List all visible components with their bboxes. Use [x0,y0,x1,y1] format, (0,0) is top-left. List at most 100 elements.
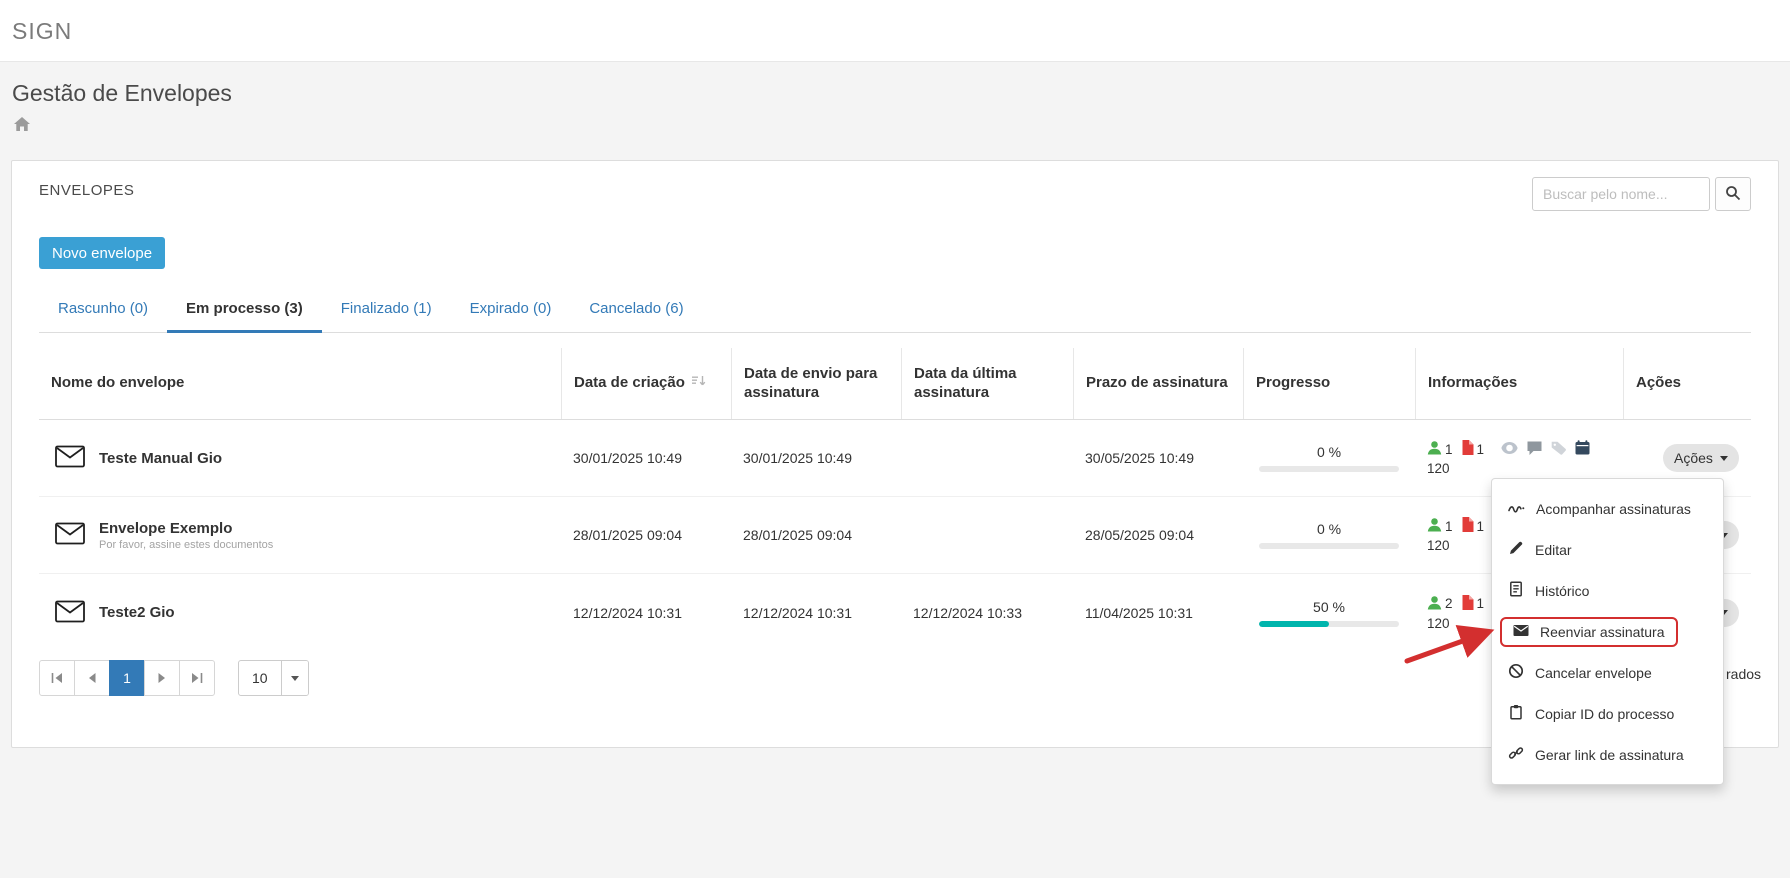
menu-item-historico[interactable]: Histórico [1492,570,1723,611]
progress-cell: 0 % [1243,420,1415,496]
new-envelope-button[interactable]: Novo envelope [39,237,166,269]
next-page-button[interactable] [144,660,180,696]
menu-item-label: Gerar link de assinatura [1535,746,1684,763]
days-count: 120 [1427,538,1450,553]
deadline-date: 30/05/2025 10:49 [1085,450,1194,466]
pdf-icon [1461,517,1474,535]
days-count: 120 [1427,615,1450,631]
deadline-date: 11/04/2025 10:31 [1085,604,1193,621]
menu-item-label: Cancelar envelope [1535,664,1652,681]
col-header-data-envio: Data de envio para assinatura [731,348,901,419]
menu-item-editar[interactable]: Editar [1492,529,1723,570]
created-date: 30/01/2025 10:49 [573,450,682,466]
next-page-icon [158,673,165,683]
envelope-icon [55,445,85,471]
signers-count: 2 [1445,596,1453,611]
tag-icon[interactable] [1551,441,1566,458]
documents-count: 1 [1476,518,1485,534]
pagination: 1 10 [39,660,309,696]
page-number-button[interactable]: 1 [109,660,145,696]
progress-label: 50 % [1313,598,1345,615]
brand-logo: SIGN [12,18,73,44]
actions-button[interactable]: Ações [1663,444,1739,472]
progress-label: 0 % [1316,444,1342,460]
tab-cancelado[interactable]: Cancelado (6) [570,287,702,333]
col-header-prazo: Prazo de assinatura [1073,348,1243,419]
first-page-icon [51,673,62,683]
pencil-icon [1508,540,1524,559]
ban-icon [1508,663,1524,682]
progress-bar [1259,543,1399,549]
signers-count: 1 [1445,518,1453,534]
progress-cell: 50 % [1243,574,1415,651]
sent-date: 28/01/2025 09:04 [743,527,852,543]
search-group [1532,177,1751,211]
previous-page-button[interactable] [74,660,110,696]
progress-cell: 0 % [1243,497,1415,573]
last-page-button[interactable] [179,660,215,696]
last-page-icon [192,673,203,683]
envelope-name: Teste Manual Gio [99,449,223,467]
search-input[interactable] [1532,177,1710,211]
last-signature-date [901,497,1073,573]
top-bar: SIGN [0,0,1790,62]
home-icon[interactable] [14,117,30,136]
previous-page-icon [89,673,96,683]
envelope-name-cell: Envelope Exemplo Por favor, assine estes… [39,497,561,573]
search-button[interactable] [1715,177,1751,211]
comment-icon[interactable] [1527,441,1542,458]
annotation-highlight-box: Reenviar assinatura [1500,616,1678,647]
page-size-select[interactable]: 10 [238,660,309,696]
col-header-data-criacao-label: Data de criação [574,374,685,392]
documents-count: 1 [1476,596,1485,611]
envelope-name: Teste2 Gio [99,604,175,621]
sort-icon[interactable] [691,374,706,393]
first-page-button[interactable] [39,660,75,696]
table-header-row: Nome do envelope Data de criação Data de… [39,348,1751,420]
deadline-date: 28/05/2025 09:04 [1085,527,1194,543]
envelope-name: Envelope Exemplo [99,519,233,537]
documents-count: 1 [1476,441,1485,457]
menu-item-copiar-id[interactable]: Copiar ID do processo [1492,693,1723,734]
tab-em-processo[interactable]: Em processo (3) [167,287,322,333]
menu-item-label: Acompanhar assinaturas [1536,500,1691,517]
page-title: Gestão de Envelopes [12,80,232,106]
col-header-progresso: Progresso [1243,348,1415,419]
tab-finalizado[interactable]: Finalizado (1) [322,287,451,333]
actions-button-label: Ações [1674,450,1713,466]
history-icon [1508,581,1524,600]
col-header-acoes: Ações [1623,348,1753,419]
records-info-text: rados [1726,666,1762,682]
actions-dropdown-menu: Acompanhar assinaturas Editar Histórico … [1491,478,1724,785]
days-count: 120 [1427,461,1450,476]
page-size-caret [280,661,308,695]
link-icon [1508,745,1524,764]
sent-date: 12/12/2024 10:31 [743,604,852,621]
last-signature-date [901,420,1073,496]
created-date: 12/12/2024 10:31 [573,604,682,621]
pdf-icon [1461,440,1474,458]
envelope-subtitle: Por favor, assine estes documentos [99,538,274,551]
col-header-data-criacao[interactable]: Data de criação [561,348,731,419]
signers-icon [1427,440,1442,458]
col-header-nome: Nome do envelope [51,374,185,392]
envelope-name-cell: Teste Manual Gio [39,420,561,496]
envelope-icon [55,522,85,548]
signers-icon [1427,517,1442,535]
menu-item-acompanhar-assinaturas[interactable]: Acompanhar assinaturas [1492,488,1723,529]
tab-expirado[interactable]: Expirado (0) [451,287,571,333]
calendar-icon[interactable] [1575,440,1590,458]
tab-rascunho[interactable]: Rascunho (0) [39,287,167,333]
progress-fill [1259,620,1329,627]
menu-item-reenviar-assinatura[interactable]: Reenviar assinatura [1492,611,1723,652]
col-header-informacoes: Informações [1415,348,1623,419]
pdf-icon [1461,594,1474,613]
signers-count: 1 [1445,441,1453,457]
eye-icon[interactable] [1501,441,1518,457]
menu-item-cancelar-envelope[interactable]: Cancelar envelope [1492,652,1723,693]
pagination-group: 1 [39,660,215,696]
copy-icon [1508,704,1524,723]
envelope-icon [55,600,85,626]
search-icon [1725,185,1741,204]
menu-item-gerar-link[interactable]: Gerar link de assinatura [1492,734,1723,775]
